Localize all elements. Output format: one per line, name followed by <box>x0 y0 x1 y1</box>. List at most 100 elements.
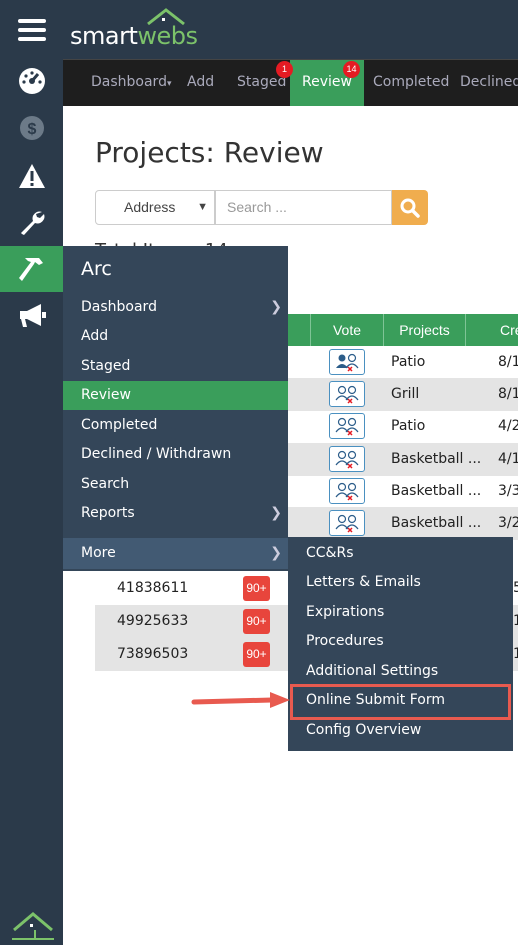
chevron-right-icon: ❯ <box>270 505 282 521</box>
review-count-badge: 14 <box>343 61 360 78</box>
home-logo-icon[interactable] <box>12 910 54 945</box>
vote-button[interactable] <box>329 413 365 439</box>
created-cell: 5 <box>513 580 518 597</box>
submenu-item-expirations[interactable]: Expirations <box>288 598 513 627</box>
id-cell: 41838611 <box>117 580 189 597</box>
menu-item-dashboard-label: Dashboard <box>81 299 157 315</box>
hammer-icon[interactable] <box>0 246 63 292</box>
submenu-item-procedures-label: Procedures <box>306 633 384 649</box>
submenu-item-letters-emails-label: Letters & Emails <box>306 574 421 590</box>
review-count-value: 14 <box>346 64 357 74</box>
table-header-vote[interactable]: Vote <box>310 314 383 346</box>
submenu-item-config-overview-label: Config Overview <box>306 722 422 738</box>
project-cell: Basketball ... <box>391 483 482 500</box>
menu-item-declined[interactable]: Declined / Withdrawn <box>63 440 288 469</box>
age-badge: 90+ <box>243 576 270 601</box>
created-cell: 4/26 <box>498 418 518 435</box>
megaphone-icon[interactable] <box>0 293 63 339</box>
vote-button[interactable] <box>329 446 365 472</box>
menu-item-search[interactable]: Search <box>63 470 288 499</box>
tab-dashboard[interactable]: Dashboard▾ <box>91 60 172 106</box>
staged-count-value: 1 <box>281 64 287 74</box>
dashboard-gauge-icon[interactable] <box>0 58 63 104</box>
menu-item-add-label: Add <box>81 328 109 344</box>
vote-button[interactable] <box>329 510 365 536</box>
search-placeholder: Search ... <box>227 199 287 215</box>
menu-item-search-label: Search <box>81 476 130 492</box>
filter-select-value: Address <box>124 199 176 215</box>
menu-item-more[interactable]: More ❯ <box>63 538 288 569</box>
tab-add[interactable]: Add <box>187 60 214 106</box>
dollar-icon[interactable]: $ <box>0 105 63 151</box>
chevron-right-icon: ❯ <box>270 299 282 315</box>
table-header-created[interactable]: Cre <box>465 314 518 346</box>
menu-item-staged[interactable]: Staged <box>63 352 288 381</box>
created-cell: 1 <box>513 646 518 663</box>
submenu-item-ccrs-label: CC&Rs <box>306 545 354 561</box>
warning-icon[interactable] <box>0 153 63 199</box>
created-cell: 1 <box>513 613 518 630</box>
tab-review-label: Review <box>302 74 352 90</box>
vote-users-icon <box>336 353 359 372</box>
logo-text-smart: smart <box>70 22 138 50</box>
vote-users-icon <box>335 514 359 533</box>
project-cell: Grill <box>391 386 420 403</box>
filter-select[interactable]: Address ▼ <box>95 190 215 225</box>
caret-down-icon: ▾ <box>166 79 172 89</box>
search-input[interactable]: Search ... <box>215 190 392 225</box>
left-sidebar: $ <box>0 0 63 945</box>
logo-text-webs: webs <box>137 22 198 50</box>
submenu-item-procedures[interactable]: Procedures <box>288 627 513 656</box>
vote-button[interactable] <box>329 478 365 504</box>
menu-item-review-label: Review <box>81 387 131 403</box>
age-badge: 90+ <box>243 609 270 634</box>
created-cell: 3/22 <box>498 515 518 532</box>
project-cell: Basketball ... <box>391 515 482 532</box>
header-projects-label: Projects <box>399 322 450 338</box>
vote-button[interactable] <box>329 349 365 375</box>
tab-dashboard-label: Dashboard <box>91 74 167 90</box>
header-created-label: Cre <box>500 322 518 338</box>
staged-count-badge: 1 <box>276 61 293 78</box>
menu-item-review[interactable]: Review <box>63 381 288 410</box>
menu-item-staged-label: Staged <box>81 358 131 374</box>
vote-users-icon <box>335 385 359 404</box>
created-cell: 8/15 <box>498 386 518 403</box>
submenu-item-ccrs[interactable]: CC&Rs <box>288 539 513 568</box>
table-header-projects[interactable]: Projects <box>383 314 465 346</box>
menu-item-dashboard[interactable]: Dashboard ❯ <box>63 293 288 322</box>
submenu-item-additional-settings[interactable]: Additional Settings <box>288 657 513 686</box>
vote-users-icon <box>335 450 359 469</box>
vote-button[interactable] <box>329 381 365 407</box>
arc-flyout-menu: Arc Dashboard ❯ Add Staged Review Complet… <box>63 246 288 571</box>
tab-completed-label: Completed <box>373 74 450 90</box>
menu-item-reports-label: Reports <box>81 505 135 521</box>
id-cell: 49925633 <box>117 613 189 630</box>
table-header-blank <box>288 314 310 346</box>
header-vote-label: Vote <box>332 322 362 338</box>
annotation-highlight-box <box>290 684 511 720</box>
tab-declined[interactable]: Declined / <box>460 60 518 106</box>
menu-item-more-label: More <box>81 545 116 561</box>
tab-add-label: Add <box>187 74 215 90</box>
vote-users-icon <box>335 482 359 501</box>
menu-icon[interactable] <box>0 7 63 53</box>
menu-item-completed[interactable]: Completed <box>63 411 288 440</box>
tab-completed[interactable]: Completed <box>373 60 449 106</box>
app-logo[interactable]: smartwebs <box>68 8 208 54</box>
chevron-down-icon: ▼ <box>197 201 208 213</box>
annotation-arrow-icon <box>190 690 294 719</box>
wrench-icon[interactable] <box>0 199 63 245</box>
menu-item-add[interactable]: Add <box>63 322 288 351</box>
menu-item-completed-label: Completed <box>81 417 158 433</box>
id-cell: 73896503 <box>117 646 189 663</box>
svg-text:$: $ <box>27 121 36 138</box>
search-button[interactable] <box>392 190 428 225</box>
submenu-item-expirations-label: Expirations <box>306 604 385 620</box>
chevron-right-icon: ❯ <box>270 545 282 561</box>
submenu-item-config-overview[interactable]: Config Overview <box>288 716 513 745</box>
top-navbar: Dashboard▾ Add Staged Review Completed D… <box>63 59 518 106</box>
submenu-item-letters-emails[interactable]: Letters & Emails <box>288 568 513 597</box>
menu-item-reports[interactable]: Reports ❯ <box>63 499 288 528</box>
menu-item-declined-label: Declined / Withdrawn <box>81 446 232 462</box>
